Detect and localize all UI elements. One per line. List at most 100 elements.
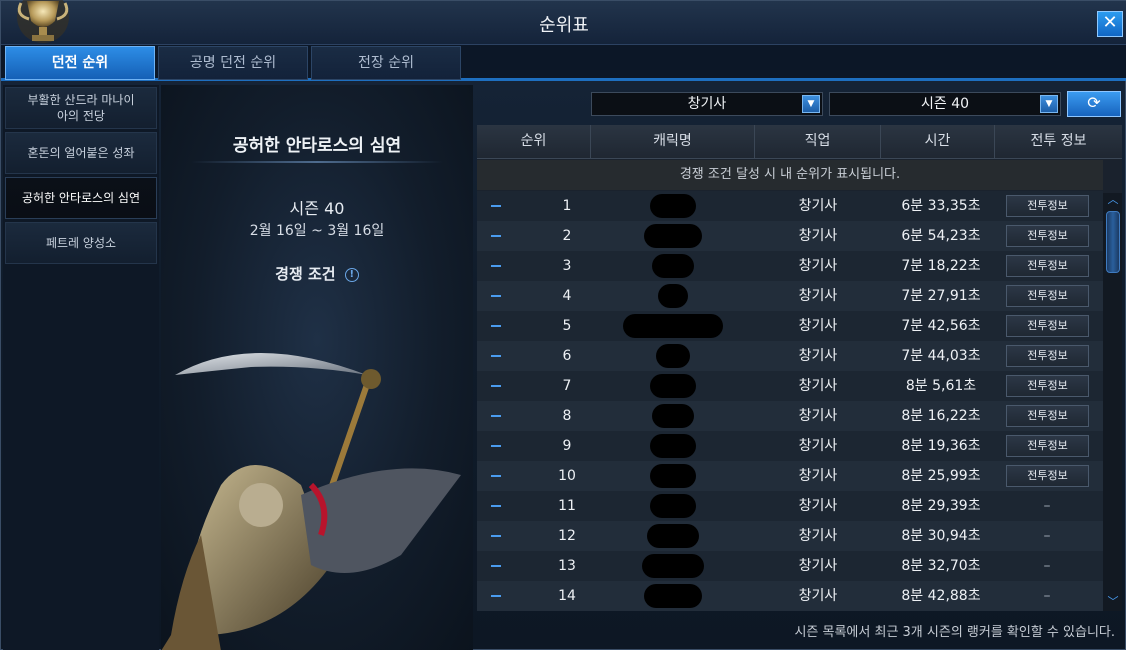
- table-row: 12 창기사 8분 30,94초 –: [477, 521, 1103, 551]
- sidebar-item-sandra[interactable]: 부활한 산드라 마나이아의 전당: [5, 87, 157, 129]
- battle-info-button[interactable]: 전투정보: [1006, 375, 1089, 397]
- dungeon-info-panel: 공허한 안타로스의 심연 시즌 40 2월 16일 ~ 3월 16일 경쟁 조건…: [161, 85, 473, 650]
- battle-info-button[interactable]: 전투정보: [1006, 345, 1089, 367]
- rank-cell: 13: [558, 558, 576, 574]
- time-cell: 8분 19,36초: [901, 438, 981, 454]
- chevron-down-icon[interactable]: ▼: [1040, 95, 1058, 113]
- time-cell: 7분 44,03초: [901, 348, 981, 364]
- rank-cell: 14: [558, 588, 576, 604]
- time-cell: 7분 18,22초: [901, 258, 981, 274]
- class-cell: 창기사: [798, 558, 838, 574]
- class-cell: 창기사: [798, 228, 838, 244]
- time-cell: 8분 29,39초: [901, 498, 981, 514]
- close-icon: ✕: [1102, 12, 1118, 33]
- rank-change-dash-icon: [491, 355, 501, 357]
- rank-change-dash-icon: [491, 595, 501, 597]
- battle-info-button[interactable]: 전투정보: [1006, 255, 1089, 277]
- battle-info-button[interactable]: 전투정보: [1006, 225, 1089, 247]
- tab-battlefield-ranking[interactable]: 전장 순위: [311, 46, 461, 80]
- class-select[interactable]: 창기사 ▼: [591, 92, 823, 116]
- class-cell: 창기사: [798, 408, 838, 424]
- sidebar-item-frozen-constellation[interactable]: 혼돈의 얼어붙은 성좌: [5, 132, 157, 174]
- time-cell: 8분 32,70초: [901, 558, 981, 574]
- rank-cell: 6: [562, 348, 572, 364]
- battle-info-button[interactable]: 전투정보: [1006, 315, 1089, 337]
- battle-info-button[interactable]: 전투정보: [1006, 435, 1089, 457]
- scrollbar[interactable]: ︿ ﹀: [1103, 193, 1122, 611]
- scroll-thumb[interactable]: [1106, 211, 1120, 273]
- rank-change-dash-icon: [491, 385, 501, 387]
- class-cell: 창기사: [798, 348, 838, 364]
- sidebar-item-label: 혼돈의 얼어붙은 성좌: [27, 146, 135, 160]
- rank-cell: 7: [562, 378, 572, 394]
- title-bar: 순위표 ✕: [1, 0, 1126, 45]
- table-row: 10 창기사 8분 25,99초 전투정보: [477, 461, 1103, 491]
- rank-cell: 11: [558, 498, 576, 514]
- time-cell: 8분 16,22초: [901, 408, 981, 424]
- rank-cell: 4: [562, 288, 572, 304]
- header-class: 직업: [755, 125, 881, 159]
- rank-change-dash-icon: [491, 475, 501, 477]
- rank-cell: 3: [562, 258, 572, 274]
- season-select[interactable]: 시즌 40 ▼: [829, 92, 1061, 116]
- time-cell: 6분 54,23초: [901, 228, 981, 244]
- class-cell: 창기사: [798, 378, 838, 394]
- chevron-down-icon[interactable]: ▼: [802, 95, 820, 113]
- character-name-redacted: [650, 194, 696, 218]
- character-name-redacted: [647, 524, 699, 548]
- rank-change-dash-icon: [491, 415, 501, 417]
- character-name-redacted: [650, 494, 696, 518]
- rank-change-dash-icon: [491, 295, 501, 297]
- close-button[interactable]: ✕: [1097, 11, 1123, 37]
- rank-change-dash-icon: [491, 505, 501, 507]
- class-cell: 창기사: [798, 588, 838, 604]
- sidebar-item-petre-breeding-ground[interactable]: 페트레 양성소: [5, 222, 157, 264]
- battle-info-button[interactable]: 전투정보: [1006, 405, 1089, 427]
- time-cell: 6분 33,35초: [901, 198, 981, 214]
- table-row: 1 창기사 6분 33,35초 전투정보: [477, 191, 1103, 221]
- battle-info-button[interactable]: 전투정보: [1006, 195, 1089, 217]
- rank-cell: 1: [562, 198, 572, 214]
- refresh-button[interactable]: ⟳: [1067, 91, 1121, 117]
- time-cell: 8분 30,94초: [901, 528, 981, 544]
- season-dates: 2월 16일 ~ 3월 16일: [249, 223, 385, 239]
- table-row: 4 창기사 7분 27,91초 전투정보: [477, 281, 1103, 311]
- battle-info-empty: –: [1043, 558, 1051, 574]
- character-name-redacted: [656, 344, 690, 368]
- tab-dungeon-ranking[interactable]: 던전 순위: [5, 46, 155, 80]
- rank-cell: 9: [562, 438, 572, 454]
- rank-cell: 5: [562, 318, 572, 334]
- rank-cell: 2: [562, 228, 572, 244]
- class-cell: 창기사: [798, 498, 838, 514]
- battle-info-empty: –: [1043, 588, 1051, 604]
- dungeon-title: 공허한 안타로스의 심연: [232, 136, 402, 156]
- character-name-redacted: [658, 284, 688, 308]
- scroll-up-icon[interactable]: ︿: [1106, 194, 1120, 205]
- rank-change-dash-icon: [491, 445, 501, 447]
- battle-info-button[interactable]: 전투정보: [1006, 285, 1089, 307]
- sidebar-item-antaroth-abyss[interactable]: 공허한 안타로스의 심연: [5, 177, 157, 219]
- character-name-redacted: [623, 314, 723, 338]
- time-cell: 7분 27,91초: [901, 288, 981, 304]
- ranking-notice: 경쟁 조건 달성 시 내 순위가 표시됩니다.: [477, 160, 1103, 190]
- scroll-down-icon[interactable]: ﹀: [1106, 596, 1120, 607]
- header-character: 캐릭명: [591, 125, 755, 159]
- class-cell: 창기사: [798, 318, 838, 334]
- class-select-value: 창기사: [687, 96, 727, 112]
- table-row: 9 창기사 8분 19,36초 전투정보: [477, 431, 1103, 461]
- rank-change-dash-icon: [491, 565, 501, 567]
- battle-info-button[interactable]: 전투정보: [1006, 465, 1089, 487]
- info-icon[interactable]: !: [344, 267, 359, 282]
- tab-resonance-dungeon-ranking[interactable]: 공명 던전 순위: [158, 46, 308, 80]
- class-cell: 창기사: [798, 528, 838, 544]
- dungeon-sidebar: 부활한 산드라 마나이아의 전당 혼돈의 얼어붙은 성좌 공허한 안타로스의 심…: [3, 85, 159, 650]
- time-cell: 8분 42,88초: [901, 588, 981, 604]
- boss-artwork: [161, 353, 461, 650]
- tab-bar: 던전 순위 공명 던전 순위 전장 순위: [1, 45, 1126, 81]
- character-name-redacted: [650, 374, 696, 398]
- rank-cell: 8: [562, 408, 572, 424]
- battle-info-empty: –: [1043, 528, 1051, 544]
- rank-change-dash-icon: [491, 535, 501, 537]
- condition-label: 경쟁 조건: [275, 265, 336, 283]
- header-battle-info: 전투 정보: [1030, 133, 1087, 149]
